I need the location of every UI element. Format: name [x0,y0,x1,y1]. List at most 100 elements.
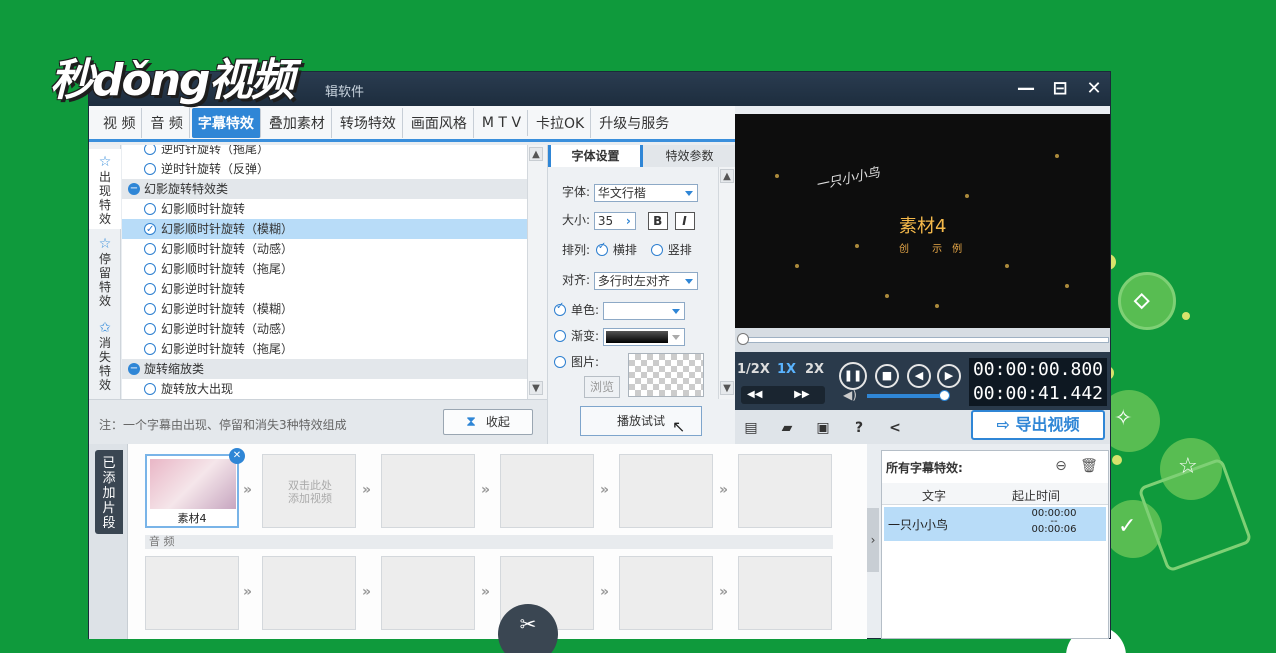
next-frame-button[interactable]: ▶ [937,364,961,388]
empty-clip-slot[interactable] [738,454,832,528]
expand-panel-button[interactable]: › [867,508,879,572]
list-group[interactable]: − 旋转缩放类 [122,359,527,379]
tab-upgrade[interactable]: 升级与服务 [593,108,675,138]
gradient-radio[interactable] [554,329,566,342]
new-icon[interactable]: ▤ [741,419,761,437]
tab-subtitle-effects[interactable]: 字幕特效 [191,107,261,138]
audio-slot[interactable] [145,556,239,630]
italic-button[interactable]: I [674,211,695,230]
restore-button[interactable]: ⊟ [1049,78,1071,100]
scroll-down-icon[interactable]: ▼ [529,381,543,395]
back-icon[interactable]: ⊖ [1052,457,1070,475]
open-folder-icon[interactable]: ▰ [777,419,797,437]
volume-icon[interactable]: ◀) [843,388,857,402]
tab-video[interactable]: 视 频 [97,107,143,138]
prev-frame-button[interactable]: ◀ [907,364,931,388]
audio-slot[interactable] [381,556,475,630]
trash-icon[interactable]: 🗑 [1080,457,1098,475]
tab-appear[interactable]: ☆ 出现特效 [89,149,121,229]
layout-vertical-radio[interactable] [650,243,663,256]
progress-track[interactable] [741,337,1109,343]
tab-disappear[interactable]: ✩ 消失特效 [89,317,121,397]
scroll-up-icon[interactable]: ▲ [529,147,543,161]
playback-progress[interactable] [735,328,1110,352]
radio-checked-icon [144,220,156,240]
minimize-button[interactable]: — [1015,78,1037,100]
list-item-selected[interactable]: 幻影顺时针旋转（模糊） [122,219,527,240]
share-icon[interactable]: < [885,419,905,437]
audio-slot[interactable] [262,556,356,630]
list-item[interactable]: 幻影顺时针旋转 [122,199,527,219]
close-button[interactable]: ✕ [1083,78,1105,100]
tab-audio[interactable]: 音 频 [144,107,190,138]
list-item[interactable]: 逆时针旋转（反弹） [122,159,527,179]
progress-knob[interactable] [737,333,749,345]
col-time-header: 起止时间 [1012,489,1061,503]
export-video-button[interactable]: ⇨ 导出视频 [971,410,1105,440]
clip-thumbnail[interactable]: 素材4 ✕ [145,448,245,528]
empty-clip-slot[interactable]: 双击此处 添加视频 [262,454,356,528]
speed-2x-button[interactable]: 2X [805,362,824,377]
scroll-down-icon[interactable]: ▼ [720,381,734,395]
tab-transition[interactable]: 转场特效 [334,107,403,138]
tab-font-settings[interactable]: 字体设置 [548,145,640,167]
list-item[interactable]: 幻影逆时针旋转 [122,279,527,299]
image-radio[interactable] [554,355,566,368]
table-row[interactable]: 一只小小鸟 00:00:00 -- 00:00:06 [884,507,1106,541]
list-group[interactable]: − 幻影旋转特效类 [122,179,527,199]
tab-karaoke[interactable]: 卡拉OK [530,107,592,138]
image-row: 图片: [554,353,599,370]
tab-appear-label: 出现特效 [98,170,111,226]
video-preview[interactable]: 一只小小鸟 素材4 创 示例 [735,114,1110,328]
collapse-button[interactable]: ⧗ 收起 [443,409,533,435]
size-input[interactable]: 35 › [593,211,636,230]
list-item[interactable]: 幻影逆时针旋转（动感） [122,319,527,339]
browse-button[interactable]: 浏览 [584,376,620,398]
align-select[interactable]: 多行时左对齐 [593,271,698,290]
tab-stay-label: 停留特效 [98,252,111,308]
audio-slot[interactable] [738,556,832,630]
empty-clip-slot[interactable] [500,454,594,528]
font-label: 字体: [562,185,591,199]
jog-wheel[interactable]: ◀◀ ▶▶ [741,386,825,404]
stop-button[interactable]: ■ [875,364,899,388]
collapse-icon: − [128,362,140,375]
puzzle-icon: ✧ [1114,406,1133,431]
audio-slot[interactable] [619,556,713,630]
pause-button[interactable]: ❚❚ [839,362,867,390]
list-item[interactable]: 幻影逆时针旋转（模糊） [122,299,527,319]
volume-slider[interactable] [867,390,950,401]
solid-color-row: 单色: [554,301,685,320]
solid-color-radio[interactable] [554,301,566,316]
remove-clip-icon[interactable]: ✕ [229,448,245,464]
font-panel-scrollbar[interactable]: ▲ ▼ [718,167,736,399]
volume-knob[interactable] [939,390,950,401]
scroll-up-icon[interactable]: ▲ [720,169,734,183]
font-select[interactable]: 华文行楷 [593,183,698,202]
bold-button[interactable]: B [647,211,668,230]
speed-1x-button[interactable]: 1X [777,362,796,377]
tab-mtv[interactable]: M T V [476,109,529,136]
save-icon[interactable]: ▣ [813,419,833,437]
added-clips-label: 已添加片段 [95,450,123,534]
solid-color-picker[interactable] [602,301,685,320]
speed-half-button[interactable]: 1/2X [737,362,770,377]
layout-horizontal-radio[interactable] [595,241,608,256]
tab-overlay[interactable]: 叠加素材 [263,107,332,138]
gradient-picker[interactable] [602,327,685,346]
list-item[interactable]: 幻影顺时针旋转（动感） [122,239,527,259]
effects-scrollbar[interactable]: ▲ ▼ [527,145,547,399]
empty-clip-slot[interactable] [619,454,713,528]
list-item[interactable]: 旋转放大出现 [122,379,527,399]
help-icon[interactable]: ? [849,419,869,437]
list-item[interactable]: 幻影逆时针旋转（拖尾） [122,339,527,359]
preview-sub-text: 创 示例 [899,244,973,255]
list-item[interactable]: 幻影顺时针旋转（拖尾） [122,259,527,279]
tab-effect-params[interactable]: 特效参数 [640,145,736,167]
tab-style[interactable]: 画面风格 [405,107,474,138]
list-item[interactable]: 逆时针旋转（拖尾） [122,145,527,159]
hourglass-icon: ⧗ [466,414,476,430]
empty-clip-slot[interactable] [381,454,475,528]
radio-icon [144,262,156,275]
tab-stay[interactable]: ☆ 停留特效 [89,233,121,313]
